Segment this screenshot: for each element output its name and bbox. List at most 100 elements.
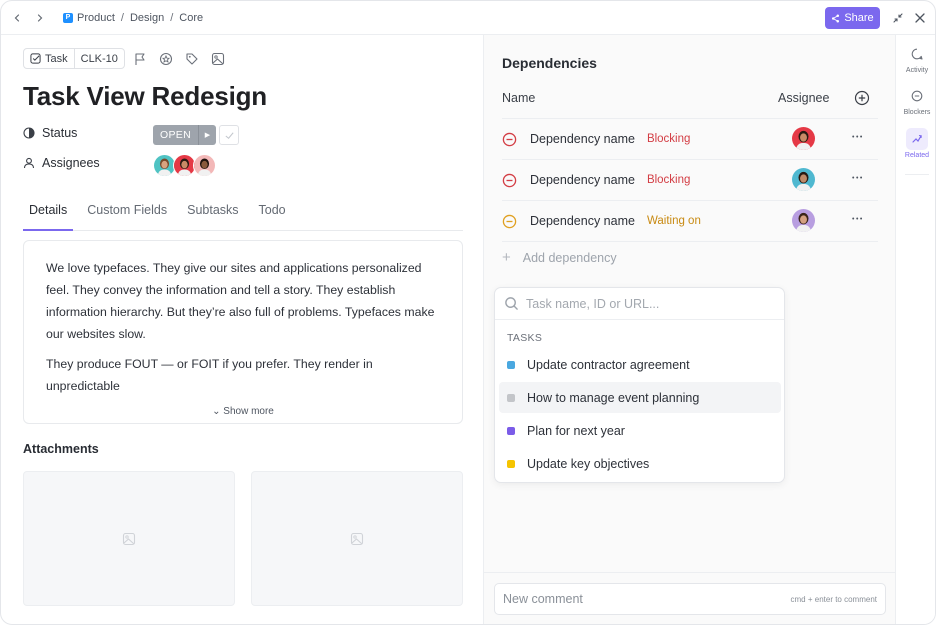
status-value: OPEN [160,129,191,141]
task-search-field[interactable] [495,288,784,320]
task-option-label: How to manage event planning [527,390,700,405]
assignee-avatars[interactable] [153,154,216,177]
task-status-square-icon [507,393,515,402]
dependency-assignee-avatar[interactable] [792,209,815,232]
image-icon[interactable] [211,52,225,66]
task-actions [133,52,225,66]
dependency-row[interactable]: Dependency name Blocking ••• [502,118,878,159]
task-type-chip[interactable]: Task CLK-10 [23,48,125,69]
assignee-avatar[interactable] [193,154,216,177]
task-option[interactable]: How to manage event planning [499,382,781,413]
dependency-assignee-avatar[interactable] [792,168,815,191]
show-more-label: Show more [223,406,274,417]
rail-divider [905,174,929,175]
task-option[interactable]: Update key objectives [499,448,781,479]
remove-dependency-icon[interactable] [502,214,517,229]
task-details-pane: Task CLK-10 Task View Redesign Status OP… [1,35,483,624]
attachment-thumbnail[interactable] [23,471,235,606]
share-button[interactable]: Share [825,7,880,29]
comment-bubble-icon [911,48,923,60]
tag-icon[interactable] [185,52,199,66]
more-options-icon[interactable]: ••• [852,134,870,141]
dependency-name[interactable]: Dependency name [530,173,635,187]
task-status-square-icon [507,426,515,435]
add-dependency-label: Add dependency [522,250,617,265]
comment-box[interactable]: cmd + enter to comment [494,583,886,615]
task-title[interactable]: Task View Redesign [23,81,267,112]
rail-label: Related [904,152,930,159]
task-tabs: Details Custom Fields Subtasks Todo [22,195,463,231]
description-card[interactable]: We love typefaces. They give our sites a… [23,240,463,424]
check-icon [225,131,234,139]
rail-item-related[interactable]: Related [899,128,935,159]
task-option[interactable]: Plan for next year [499,415,781,446]
tab-todo[interactable]: Todo [259,195,286,230]
related-icon [912,134,922,143]
remove-dependency-icon[interactable] [502,173,517,188]
attachment-thumbnail[interactable] [251,471,463,606]
dependency-name[interactable]: Dependency name [530,214,635,228]
description-line: They produce FOUT — or FOIT if you prefe… [46,357,373,393]
dependencies-header: Name Assignee [502,90,878,119]
top-bar: P Product / Design / Core Share [1,1,935,35]
status-icon [23,127,35,139]
comment-input[interactable] [503,592,791,606]
mark-complete-button[interactable] [219,125,239,145]
description-paragraph: We love typefaces. They give our sites a… [46,261,435,341]
flag-icon[interactable] [133,52,147,66]
add-circle-icon[interactable] [854,90,870,106]
task-type-label: Task [45,52,68,65]
dependency-assignee-avatar[interactable] [792,127,815,150]
tab-subtasks[interactable]: Subtasks [187,195,238,230]
dependencies-pane: Dependencies Name Assignee Dependency na… [483,35,896,624]
tab-custom-fields[interactable]: Custom Fields [87,195,167,230]
search-icon [505,297,518,310]
dependency-row[interactable]: Dependency name Waiting on ••• [502,200,878,241]
task-window: P Product / Design / Core Share Task CLK… [0,0,936,625]
forward-button[interactable] [29,7,51,29]
rail-item-activity[interactable]: Activity [899,43,935,74]
blocker-icon [911,90,923,102]
breadcrumb-item-product[interactable]: Product [77,12,115,24]
more-options-icon[interactable]: ••• [852,216,870,223]
tasks-section-label: TASKS [507,332,543,344]
collapse-icon [893,13,903,23]
rail-label: Blockers [903,109,931,116]
comment-hint: cmd + enter to comment [790,594,877,604]
task-id: CLK-10 [80,52,118,65]
status-dropdown[interactable]: OPEN ▶ [153,125,216,145]
rail-label: Activity [905,67,929,74]
task-search-input[interactable] [526,296,766,311]
breadcrumb-item-core[interactable]: Core [179,12,203,24]
dependency-type-tag: Waiting on [646,215,701,227]
chevron-down-icon: ⌄ [212,406,221,417]
breadcrumb-separator: / [170,11,174,24]
remove-dependency-icon[interactable] [502,132,517,147]
breadcrumb-item-design[interactable]: Design [130,12,164,24]
divider [502,241,878,242]
close-button[interactable] [913,11,927,25]
back-button[interactable] [6,7,28,29]
assignees-field: Assignees [23,156,100,170]
task-option[interactable]: Update contractor agreement [499,349,781,380]
minimize-button[interactable] [891,11,905,25]
close-icon [915,13,925,23]
dependency-row[interactable]: Dependency name Blocking ••• [502,159,878,200]
chevron-right-icon [37,13,43,22]
dependency-type-tag: Blocking [646,174,691,186]
user-icon [23,157,35,169]
dependency-type-tag: Blocking [646,133,691,145]
share-label: Share [844,12,874,24]
assignees-label: Assignees [42,156,100,170]
tab-details[interactable]: Details [22,195,74,231]
badge-icon[interactable] [159,52,173,66]
task-check-icon [30,53,41,64]
rail-item-blockers[interactable]: Blockers [899,85,935,116]
add-dependency-button[interactable]: + Add dependency [502,249,617,266]
plus-icon: + [502,249,511,266]
show-more-button[interactable]: ⌄ Show more [24,402,462,417]
column-assignee: Assignee [778,91,830,105]
more-options-icon[interactable]: ••• [852,175,870,182]
caret-right-icon[interactable]: ▶ [197,125,216,145]
dependency-name[interactable]: Dependency name [530,132,635,146]
